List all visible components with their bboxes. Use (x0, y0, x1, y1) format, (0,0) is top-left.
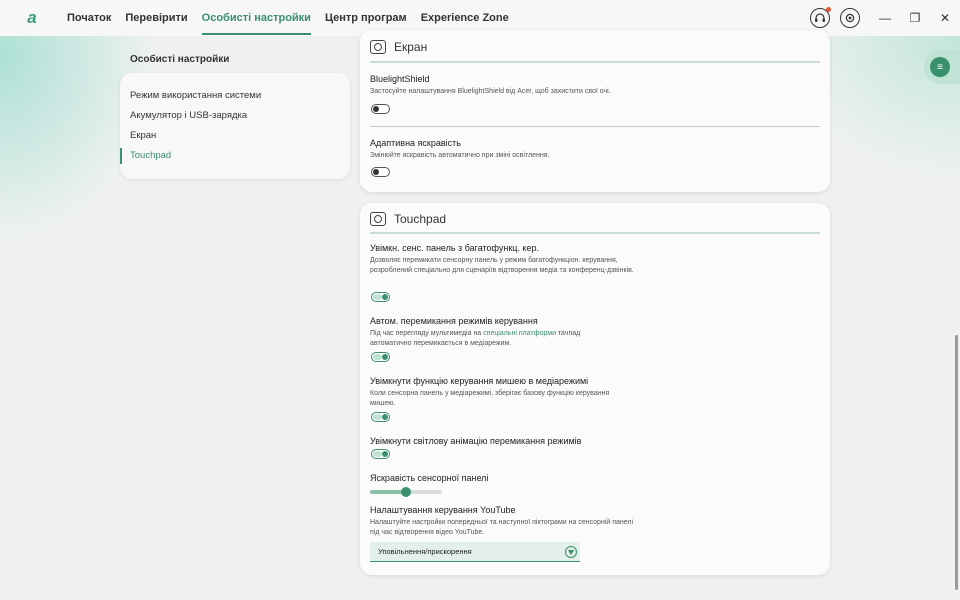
sidebar-item-system-mode[interactable]: Режим використання системи (120, 86, 350, 106)
mouse-in-media-setting: Увімкнути функцію керування мишею в меді… (370, 376, 635, 409)
light-animation-setting: Увімкнути світлову анімацію перемикання … (370, 436, 581, 449)
multifunction-toggle[interactable] (371, 292, 390, 302)
minimize-button[interactable]: — (870, 0, 900, 36)
adaptive-brightness-setting: Адаптивна яскравість Змінюйте яскравість… (370, 138, 690, 161)
header-divider (370, 232, 820, 234)
divider (370, 126, 820, 127)
special-platforms-link[interactable]: спеціальні платформи (483, 330, 556, 337)
screen-icon (370, 40, 386, 54)
bluelight-setting: BluelightShield Застосуйте налаштування … (370, 74, 690, 97)
bluelight-title: BluelightShield (370, 74, 430, 84)
touchpad-brightness-slider[interactable] (370, 487, 442, 497)
slider-handle[interactable] (401, 487, 411, 497)
side-panel-tab[interactable]: ≡ (924, 50, 960, 84)
screen-settings-card: Екран BluelightShield Застосуйте налашту… (360, 30, 830, 192)
multifunction-setting: Увімкн. сенс. панель з багатофункц. кер.… (370, 243, 635, 276)
sidebar-item-touchpad[interactable]: Touchpad (120, 146, 350, 166)
adaptive-brightness-desc: Змінюйте яскравість автоматично при змін… (370, 152, 550, 159)
maximize-button[interactable]: ❐ (900, 0, 930, 36)
mouse-in-media-desc: Коли сенсорна панель у медіарежимі, збер… (370, 390, 610, 407)
sidebar-item-screen[interactable]: Екран (120, 126, 350, 146)
screen-card-title: Екран (394, 40, 428, 54)
mouse-in-media-toggle[interactable] (371, 412, 390, 422)
header-divider (370, 61, 820, 63)
youtube-control-desc: Налаштуйте настройки попередньої та наст… (370, 519, 634, 536)
scrollbar[interactable] (955, 335, 958, 590)
dropdown-selected-value: Уповільнення/прискорення (378, 547, 472, 556)
tab-check[interactable]: Перевірити (118, 0, 194, 36)
sidebar-menu: Режим використання системи Акумулятор і … (120, 73, 350, 179)
tab-home[interactable]: Початок (60, 0, 118, 36)
tab-personal-settings[interactable]: Особисті настройки (195, 0, 318, 36)
touchpad-card-header: Touchpad (370, 212, 446, 226)
adaptive-brightness-title: Адаптивна яскравість (370, 138, 461, 148)
sidebar-item-battery-usb[interactable]: Акумулятор і USB-зарядка (120, 106, 350, 126)
screen-card-header: Екран (370, 40, 427, 54)
auto-switch-desc: Під час перегляду мультимедіа на спеціал… (370, 329, 610, 349)
touchpad-settings-card: Touchpad Увімкн. сенс. панель з багатофу… (360, 203, 830, 575)
multifunction-title: Увімкн. сенс. панель з багатофункц. кер. (370, 243, 539, 253)
touchpad-brightness-setting: Яскравість сенсорної панелі (370, 473, 488, 486)
mouse-in-media-title: Увімкнути функцію керування мишею в меді… (370, 376, 589, 386)
light-animation-toggle[interactable] (371, 449, 390, 459)
close-button[interactable]: ✕ (930, 0, 960, 36)
auto-switch-title: Автом. перемикання режимів керування (370, 316, 538, 326)
touchpad-card-title: Touchpad (394, 212, 447, 226)
touchpad-brightness-title: Яскравість сенсорної панелі (370, 473, 489, 483)
auto-switch-toggle[interactable] (371, 352, 390, 362)
touchpad-icon (370, 212, 386, 226)
auto-switch-desc-start: Під час перегляду мультимедіа на (370, 330, 484, 337)
support-headset-icon[interactable] (810, 7, 831, 28)
settings-gear-icon[interactable] (840, 8, 860, 28)
sidebar-title: Особисті настройки (130, 54, 230, 65)
adaptive-brightness-toggle[interactable] (371, 167, 390, 177)
bluelight-toggle[interactable] (371, 104, 390, 114)
bluelight-desc: Застосуйте налаштування BluelightShield … (370, 88, 611, 95)
list-icon: ≡ (930, 57, 950, 77)
auto-switch-setting: Автом. перемикання режимів керування Під… (370, 316, 610, 349)
notification-dot (826, 7, 831, 12)
window-controls: — ❐ ✕ (810, 0, 960, 36)
acer-logo: a (27, 8, 37, 27)
youtube-control-setting: Налаштування керування YouTube Налаштуйт… (370, 505, 635, 538)
youtube-control-title: Налаштування керування YouTube (370, 505, 516, 515)
chevron-down-icon[interactable] (565, 545, 577, 558)
light-animation-title: Увімкнути світлову анімацію перемикання … (370, 436, 582, 446)
youtube-mode-dropdown[interactable]: Уповільнення/прискорення (370, 542, 580, 562)
multifunction-desc: Дозволяє перемикати сенсорну панель у ре… (370, 257, 634, 274)
